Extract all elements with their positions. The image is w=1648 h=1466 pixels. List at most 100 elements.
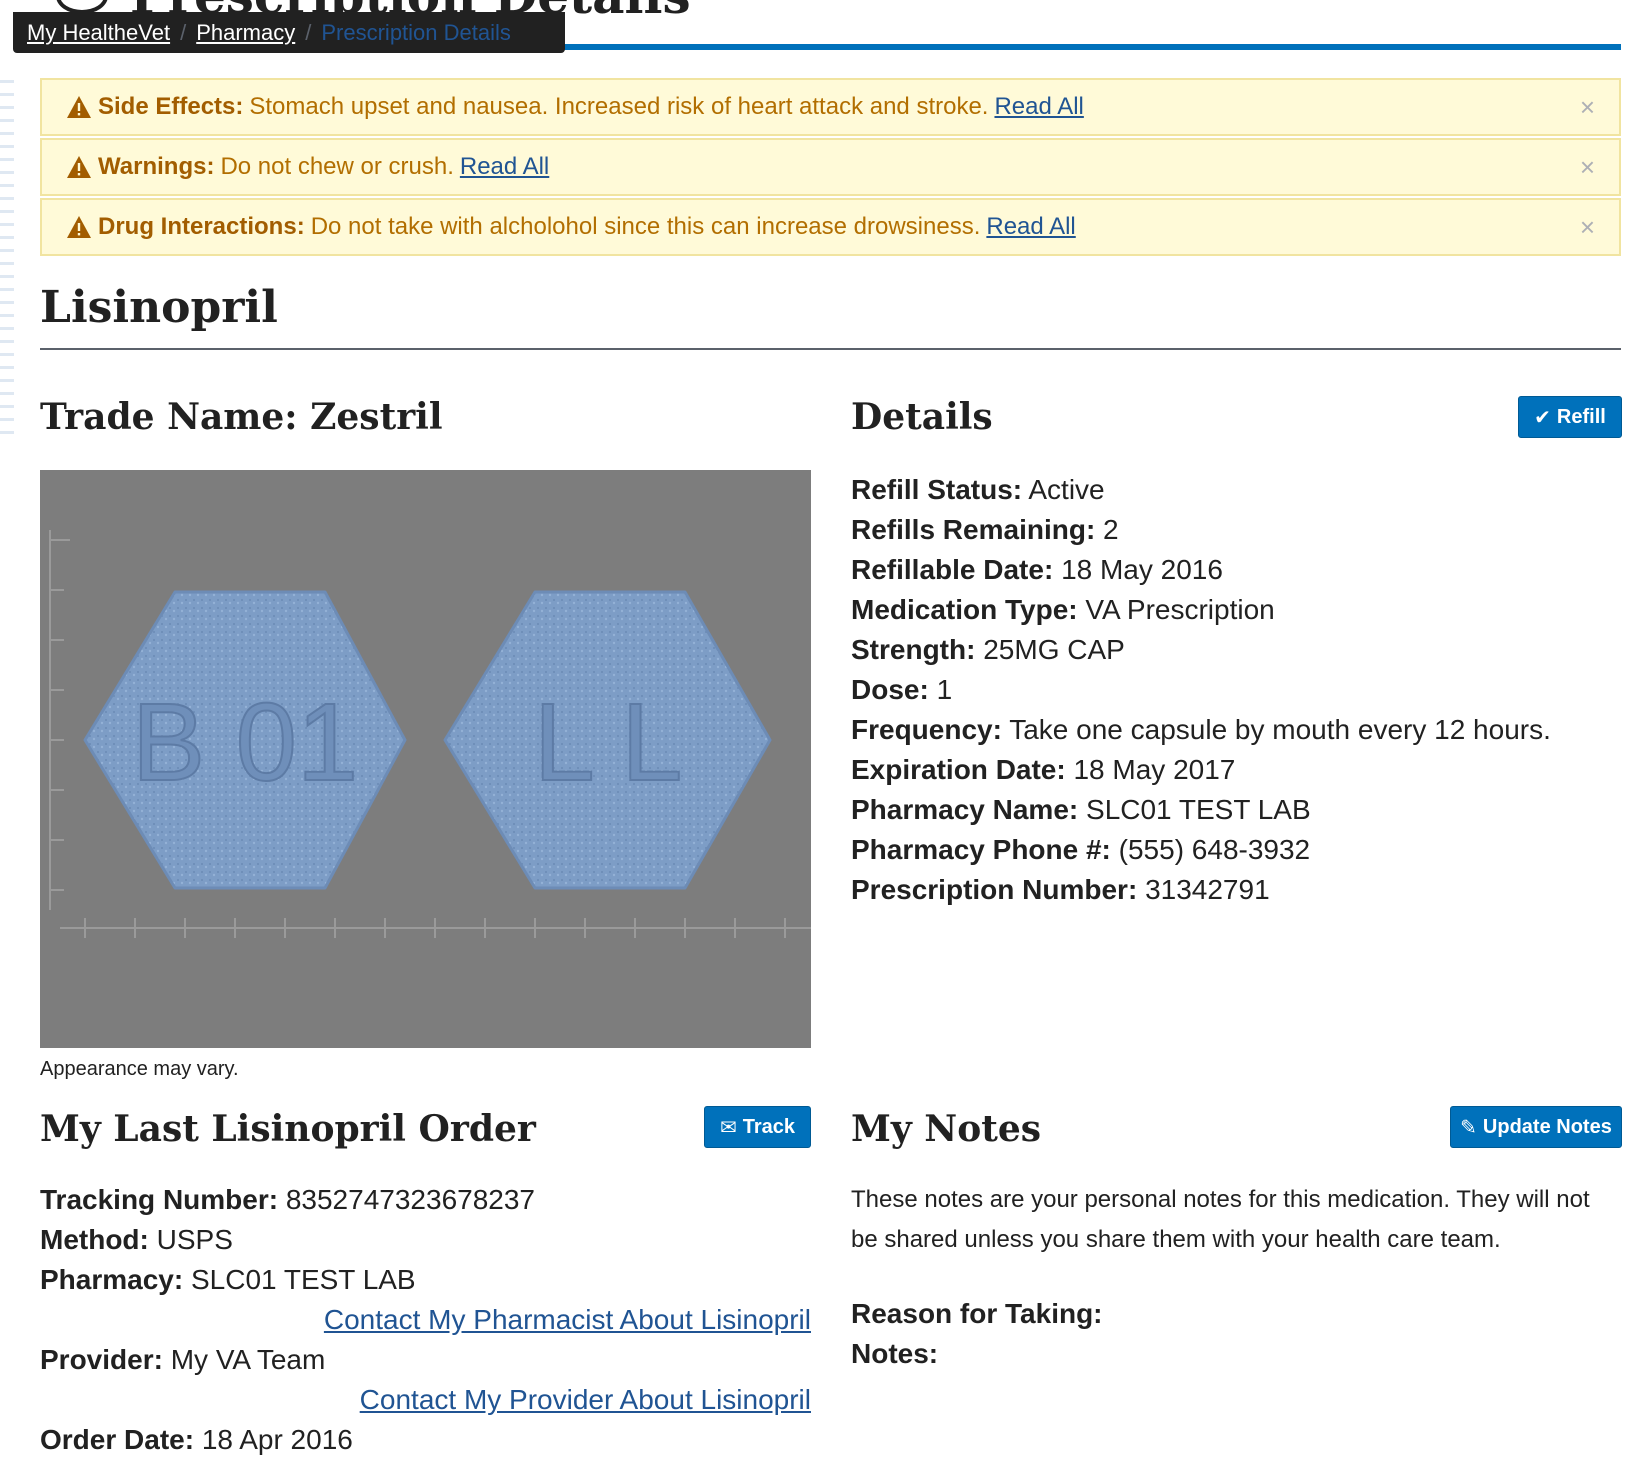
details-row-refillable-date: Refillable Date: 18 May 2016 (851, 550, 1551, 590)
details-label: Prescription Number: (851, 874, 1138, 905)
pill-imprint: B 01 (132, 681, 358, 804)
details-label: Refillable Date: (851, 554, 1054, 585)
alert-label: Warnings: (98, 153, 215, 180)
breadcrumb-my-healthevet[interactable]: My HealtheVet (27, 20, 170, 46)
read-all-link[interactable]: Read All (460, 153, 549, 181)
pencil-icon: ✎ (1460, 1116, 1477, 1139)
warning-icon (67, 156, 91, 178)
close-icon[interactable]: × (1580, 212, 1595, 243)
order-value: USPS (156, 1224, 233, 1255)
order-row-provider: Provider: My VA Team (40, 1340, 811, 1380)
details-value: SLC01 TEST LAB (1086, 794, 1311, 825)
details-value: Active (1028, 474, 1105, 505)
contact-pharmacist-link[interactable]: Contact My Pharmacist About Lisinopril (324, 1304, 811, 1335)
details-value: 2 (1103, 514, 1119, 545)
notes-label: Notes: (851, 1338, 939, 1369)
order-label: Pharmacy: (40, 1264, 184, 1295)
details-label: Refills Remaining: (851, 514, 1096, 545)
details-label: Refill Status: (851, 474, 1023, 505)
details-value: 18 May 2017 (1073, 754, 1236, 785)
update-notes-button-label: Update Notes (1482, 1115, 1612, 1138)
order-row-contact-pharmacist: Contact My Pharmacist About Lisinopril (40, 1300, 811, 1340)
details-label: Strength: (851, 634, 976, 665)
notes-fields: Reason for Taking: Notes: (851, 1294, 1103, 1374)
breadcrumb-separator: / (180, 19, 187, 45)
order-value: SLC01 TEST LAB (190, 1264, 416, 1295)
details-label: Pharmacy Phone #: (851, 834, 1111, 865)
check-icon: ✔ (1534, 406, 1551, 429)
alert-message: Do not chew or crush. (220, 153, 454, 180)
drug-name-heading: Lisinopril (40, 282, 278, 333)
refill-button-label: Refill (1556, 405, 1606, 428)
track-button[interactable]: ✉ Track (704, 1106, 811, 1148)
last-order-heading: My Last Lisinopril Order (40, 1108, 536, 1150)
details-value: 18 May 2016 (1061, 554, 1223, 585)
read-all-link[interactable]: Read All (986, 213, 1075, 241)
alert-label: Drug Interactions: (98, 213, 305, 240)
order-label: Provider: (40, 1344, 163, 1375)
track-button-label: Track (742, 1115, 796, 1138)
order-label: Method: (40, 1224, 149, 1255)
warning-icon (67, 96, 91, 118)
details-row-strength: Strength: 25MG CAP (851, 630, 1551, 670)
details-value: 1 (936, 674, 953, 705)
details-label: Pharmacy Name: (851, 794, 1079, 825)
update-notes-button[interactable]: ✎ Update Notes (1450, 1106, 1622, 1148)
details-label: Frequency: (851, 714, 1002, 745)
breadcrumb-current: Prescription Details (321, 19, 511, 45)
tracking-number: 8352747323678237 (285, 1184, 535, 1215)
details-row-prescription-number: Prescription Number: 31342791 (851, 870, 1551, 910)
breadcrumb: My HealtheVet / Pharmacy / Prescription … (13, 12, 565, 53)
pill-image: B 01 L L (40, 470, 811, 1048)
order-label: Order Date: (40, 1424, 195, 1455)
details-row-expiration-date: Expiration Date: 18 May 2017 (851, 750, 1551, 790)
image-caption: Appearance may vary. (40, 1058, 239, 1080)
alert-drug-interactions: Drug Interactions: Do not take with alch… (40, 198, 1621, 256)
order-row-tracking: Tracking Number: 8352747323678237 (40, 1180, 811, 1220)
details-row-pharmacy-phone: Pharmacy Phone #: (555) 648-3932 (851, 830, 1551, 870)
left-decorative-stripe (0, 80, 14, 440)
details-row-pharmacy-name: Pharmacy Name: SLC01 TEST LAB (851, 790, 1551, 830)
notes-description: These notes are your personal notes for … (851, 1186, 1590, 1253)
order-row-pharmacy: Pharmacy: SLC01 TEST LAB (40, 1260, 811, 1300)
refill-button[interactable]: ✔ Refill (1518, 396, 1622, 438)
order-details: Tracking Number: 8352747323678237 Method… (40, 1180, 811, 1460)
details-label: Dose: (851, 674, 929, 705)
details-value: 25MG CAP (983, 634, 1125, 665)
order-row-method: Method: USPS (40, 1220, 811, 1260)
details-value: (555) 648-3932 (1118, 834, 1311, 865)
alert-side-effects: Side Effects: Stomach upset and nausea. … (40, 78, 1621, 136)
breadcrumb-separator: / (305, 19, 312, 45)
alert-message: Stomach upset and nausea. Increased risk… (249, 93, 989, 120)
alert-warnings: Warnings: Do not chew or crush. Read All… (40, 138, 1621, 196)
details-value: Take one capsule by mouth every 12 hours… (1009, 714, 1551, 745)
details-label: Expiration Date: (851, 754, 1066, 785)
pill-imprint: L L (534, 681, 683, 804)
alert-label: Side Effects: (98, 93, 244, 120)
order-value: My VA Team (170, 1344, 326, 1375)
warning-icon (67, 216, 91, 238)
details-value: 31342791 (1145, 874, 1270, 905)
order-label: Tracking Number: (40, 1184, 279, 1215)
close-icon[interactable]: × (1580, 92, 1595, 123)
close-icon[interactable]: × (1580, 152, 1595, 183)
trade-name-heading: Trade Name: Zestril (40, 396, 443, 438)
envelope-icon: ✉ (719, 1116, 737, 1139)
details-row-dose: Dose: 1 (851, 670, 1551, 710)
read-all-link[interactable]: Read All (994, 93, 1083, 121)
details-heading: Details (851, 396, 993, 438)
breadcrumb-pharmacy[interactable]: Pharmacy (196, 20, 295, 46)
details-list: Refill Status: Active Refills Remaining:… (851, 470, 1551, 910)
contact-provider-link[interactable]: Contact My Provider About Lisinopril (360, 1384, 811, 1415)
details-value: VA Prescription (1085, 594, 1275, 625)
pill-photo: B 01 L L (49, 530, 811, 938)
order-row-date: Order Date: 18 Apr 2016 (40, 1420, 811, 1460)
details-row-refill-status: Refill Status: Active (851, 470, 1551, 510)
alert-message: Do not take with alcholohol since this c… (310, 213, 981, 240)
details-label: Medication Type: (851, 594, 1078, 625)
reason-for-taking-label: Reason for Taking: (851, 1298, 1103, 1329)
details-row-refills-remaining: Refills Remaining: 2 (851, 510, 1551, 550)
details-row-medication-type: Medication Type: VA Prescription (851, 590, 1551, 630)
order-row-contact-provider: Contact My Provider About Lisinopril (40, 1380, 811, 1420)
order-value: 18 Apr 2016 (201, 1424, 353, 1455)
